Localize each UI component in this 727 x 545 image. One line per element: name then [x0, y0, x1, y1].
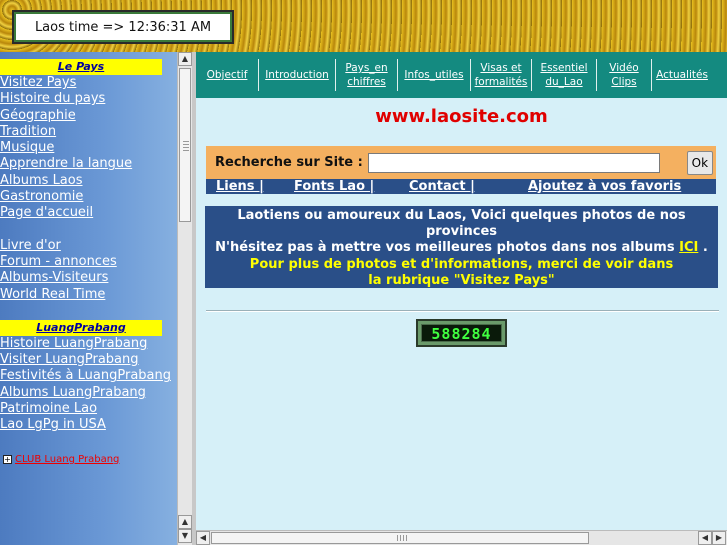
search-ok-button[interactable]: Ok — [686, 150, 713, 175]
sidebar-item-world-real-time[interactable]: World Real Time — [0, 287, 177, 303]
club-luang-prabang-link[interactable]: CLUB Luang Prabang — [15, 454, 119, 465]
sidebar-item-apprendre-langue[interactable]: Apprendre la langue — [0, 156, 177, 172]
nav-infos-utiles[interactable]: Infos_utiles — [398, 59, 470, 91]
link-liens[interactable]: Liens | — [216, 179, 264, 194]
scroll-down-arrow-icon[interactable]: ▼ — [178, 529, 192, 543]
sidebar-item-albums-luangprabang[interactable]: Albums LuangPrabang — [0, 385, 177, 401]
ici-link[interactable]: ICI — [679, 240, 698, 255]
info-line-2: N'hésitez pas à mettre vos meilleures ph… — [205, 240, 718, 256]
laos-time-display: Laos time => 12:36:31 AM — [12, 10, 234, 44]
sidebar-scrollbar-thumb[interactable] — [179, 68, 191, 222]
links-bar: Liens | Fonts Lao | Contact | Ajoutez à … — [206, 179, 716, 194]
link-ajoutez-favoris[interactable]: Ajoutez à vos favoris — [528, 179, 681, 194]
expand-plus-icon[interactable]: + — [3, 454, 12, 464]
sidebar-section-title-luangprabang[interactable]: LuangPrabang — [0, 319, 162, 336]
scrollbar-grip-icon — [183, 141, 189, 151]
info-line-3: Pour plus de photos et d'informations, m… — [249, 256, 674, 288]
sidebar-item-gastronomie[interactable]: Gastronomie — [0, 189, 177, 205]
info-line-2-dot: . — [698, 240, 708, 256]
sidebar-item-livre-or[interactable]: Livre d'or — [0, 238, 177, 254]
sidebar-item-festivites-luangprabang[interactable]: Festivités à LuangPrabang — [0, 368, 177, 384]
scroll-right-arrow-icon[interactable]: ▶ — [712, 531, 726, 545]
visitor-counter-value: 588284 — [421, 324, 502, 343]
search-bar: Recherche sur Site : Ok — [206, 146, 716, 179]
nav-visas-formalites[interactable]: Visas et formalités — [471, 59, 531, 91]
sidebar-item-albums-laos[interactable]: Albums Laos — [0, 173, 177, 189]
top-navigation: Objectif Introduction Pays_en chiffres I… — [196, 52, 727, 98]
header-banner: Laos time => 12:36:31 AM — [0, 0, 727, 52]
nav-introduction[interactable]: Introduction — [259, 59, 335, 91]
nav-objectif[interactable]: Objectif — [196, 59, 258, 91]
main-horizontal-scrollbar[interactable]: ◀ ◀ ▶ — [196, 530, 727, 545]
search-input[interactable] — [367, 152, 660, 173]
sidebar-item-tradition[interactable]: Tradition — [0, 124, 177, 140]
search-label: Recherche sur Site : — [215, 155, 363, 170]
sidebar-item-histoire-luangprabang[interactable]: Histoire LuangPrabang — [0, 336, 177, 352]
sidebar-item-albums-visiteurs[interactable]: Albums-Visiteurs — [0, 270, 177, 286]
nav-essentiel-du-lao[interactable]: Essentiel du_Lao — [532, 59, 596, 91]
sidebar-section-title-pays[interactable]: Le Pays — [0, 59, 162, 75]
sidebar-item-visiter-luangprabang[interactable]: Visiter LuangPrabang — [0, 352, 177, 368]
scrollbar-grip-icon — [397, 535, 407, 541]
sidebar-item-forum-annonces[interactable]: Forum - annonces — [0, 254, 177, 270]
nav-video-clips[interactable]: Vidéo Clips — [597, 59, 651, 91]
site-title: www.laosite.com — [375, 106, 548, 127]
scroll-left-arrow-icon[interactable]: ◀ — [196, 531, 210, 545]
main-content: Objectif Introduction Pays_en chiffres I… — [196, 52, 727, 530]
nav-actualites[interactable]: Actualités — [652, 59, 712, 91]
sidebar-item-histoire-du-pays[interactable]: Histoire du pays — [0, 91, 177, 107]
club-luang-prabang: + CLUB Luang Prabang — [0, 454, 177, 465]
sidebar-item-lao-lgpg-usa[interactable]: Lao LgPg in USA — [0, 417, 177, 433]
scroll-up-arrow-icon-bottom[interactable]: ▲ — [178, 515, 192, 529]
visitor-counter: 588284 — [416, 319, 507, 347]
nav-pays-en-chiffres[interactable]: Pays_en chiffres — [336, 59, 397, 91]
scroll-left-arrow-icon-right[interactable]: ◀ — [698, 531, 712, 545]
sidebar-section-pays: Visitez Pays Histoire du pays Géographie… — [0, 75, 177, 303]
scroll-up-arrow-icon[interactable]: ▲ — [178, 52, 192, 66]
sidebar-item-geographie[interactable]: Géographie — [0, 108, 177, 124]
sidebar-section-luangprabang: Histoire LuangPrabang Visiter LuangPraba… — [0, 336, 177, 434]
info-line-1: Laotiens ou amoureux du Laos, Voici quel… — [237, 208, 686, 240]
sidebar-vertical-scrollbar[interactable]: ▲ ▲ ▼ — [177, 52, 192, 545]
sidebar-item-visitez-pays[interactable]: Visitez Pays — [0, 75, 177, 91]
sidebar-item-page-accueil[interactable]: Page d'accueil — [0, 205, 177, 221]
main-scrollbar-thumb[interactable] — [211, 532, 589, 544]
sidebar: Le Pays Visitez Pays Histoire du pays Gé… — [0, 52, 177, 545]
link-contact[interactable]: Contact | — [409, 179, 475, 194]
link-fonts-lao[interactable]: Fonts Lao | — [294, 179, 374, 194]
sidebar-item-patrimoine-lao[interactable]: Patrimoine Lao — [0, 401, 177, 417]
horizontal-rule — [206, 310, 719, 312]
info-box: Laotiens ou amoureux du Laos, Voici quel… — [205, 206, 718, 288]
info-line-2-text: N'hésitez pas à mettre vos meilleures ph… — [215, 240, 675, 256]
sidebar-item-musique[interactable]: Musique — [0, 140, 177, 156]
